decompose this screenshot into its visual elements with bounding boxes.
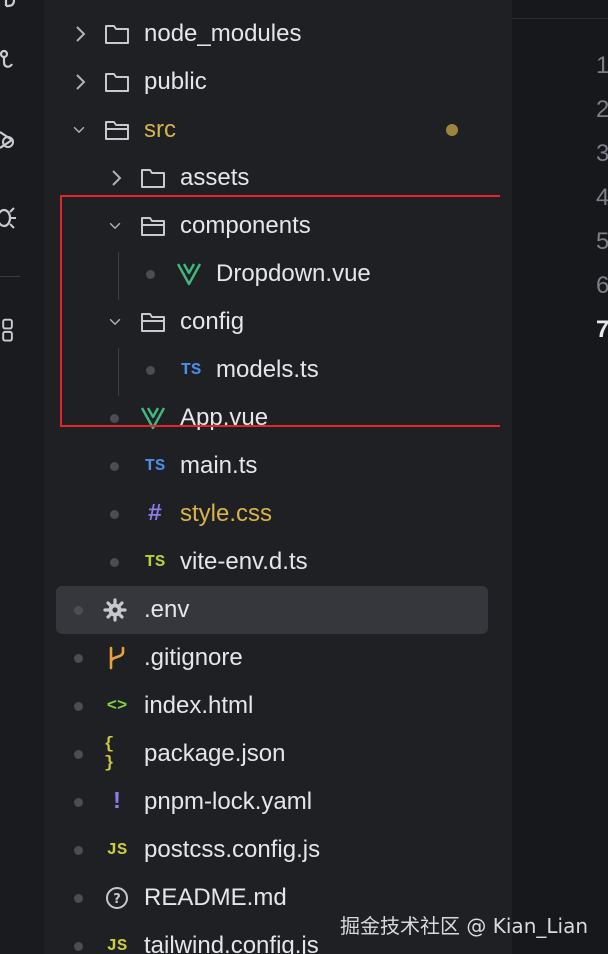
editor-tab-bar: [512, 0, 608, 19]
file-explorer: node_modules public src assets component…: [44, 0, 500, 954]
chevron-right-icon: [112, 170, 122, 186]
bug-icon[interactable]: [0, 204, 22, 230]
json-braces-icon: { }: [104, 735, 115, 773]
line-number: 3: [596, 140, 608, 167]
chevron-right-icon: [76, 26, 86, 42]
watermark: 掘金技术社区 @ Kian_Lian: [340, 914, 588, 938]
line-number: 1: [596, 52, 608, 79]
annotation-highlight-box: [60, 195, 506, 427]
tree-item-label: src: [144, 116, 176, 143]
tree-item-label: style.css: [180, 500, 273, 527]
line-number: 4: [596, 184, 608, 211]
panel-divider[interactable]: [500, 0, 512, 954]
folder-icon: [105, 73, 129, 92]
exclamation-icon: !: [109, 788, 125, 816]
tree-item-label: README.md: [144, 884, 287, 911]
tree-item-index-html[interactable]: <> index.html: [44, 682, 500, 730]
html-code-icon: <>: [106, 696, 128, 716]
tree-item-label: index.html: [144, 692, 254, 719]
line-number-active: 7: [596, 316, 608, 343]
tree-item-label: pnpm-lock.yaml: [144, 788, 313, 815]
file-bullet: [74, 750, 83, 759]
chevron-down-icon: [73, 126, 85, 134]
file-bullet: [110, 462, 119, 471]
git-branch-icon: [109, 646, 125, 670]
line-number: 6: [596, 272, 608, 299]
typescript-dts-icon: TS: [144, 552, 166, 572]
question-circle-icon: ?: [106, 887, 128, 909]
javascript-icon: JS: [106, 840, 128, 860]
tree-item-package-json[interactable]: { } package.json: [44, 730, 500, 778]
file-bullet: [74, 702, 83, 711]
tree-item-label: public: [144, 68, 207, 95]
file-bullet: [74, 942, 83, 951]
file-bullet: [74, 846, 83, 855]
source-control-icon[interactable]: [0, 0, 22, 26]
file-bullet: [74, 606, 83, 615]
folder-open-icon: [105, 121, 129, 140]
modified-indicator-dot: [446, 124, 458, 136]
tree-item-vite-env-d-ts[interactable]: TS vite-env.d.ts: [44, 538, 500, 586]
tree-item-label: assets: [180, 164, 250, 191]
question-mark-glyph: ?: [113, 892, 121, 907]
line-number: 2: [596, 96, 608, 123]
tree-item-main-ts[interactable]: TS main.ts: [44, 442, 500, 490]
line-number: 5: [596, 228, 608, 255]
activity-separator: [0, 276, 20, 277]
folder-icon: [105, 25, 129, 44]
tree-item-style-css[interactable]: # style.css: [44, 490, 500, 538]
tree-item-label: postcss.config.js: [144, 836, 321, 863]
editor-pane: 1 2 3 4 5 6 7: [512, 0, 608, 954]
tree-item-env[interactable]: .env: [44, 586, 500, 634]
chevron-right-icon: [76, 74, 86, 90]
file-bullet: [74, 798, 83, 807]
tree-item-label: package.json: [144, 740, 286, 767]
tree-item-label: main.ts: [180, 452, 258, 479]
editor-window: node_modules public src assets component…: [0, 0, 608, 954]
tree-item-label: vite-env.d.ts: [180, 548, 308, 575]
tree-item-label: .gitignore: [144, 644, 243, 671]
run-debug-icon[interactable]: [0, 128, 22, 154]
tree-item-public[interactable]: public: [44, 58, 500, 106]
tree-item-label: .env: [144, 596, 190, 623]
gear-icon: [103, 598, 127, 622]
extensions-icon[interactable]: [0, 318, 22, 344]
folder-icon: [141, 169, 165, 188]
activity-bar: [0, 0, 44, 954]
tree-item-postcss-config-js[interactable]: JS postcss.config.js: [44, 826, 500, 874]
tree-item-src[interactable]: src: [44, 106, 500, 154]
css-hash-icon: #: [147, 500, 163, 528]
tree-item-node-modules[interactable]: node_modules: [44, 10, 500, 58]
file-bullet: [110, 510, 119, 519]
tree-item-pnpm-lock-yaml[interactable]: ! pnpm-lock.yaml: [44, 778, 500, 826]
file-bullet: [74, 654, 83, 663]
source-control-icon[interactable]: [0, 48, 22, 74]
file-bullet: [110, 558, 119, 567]
typescript-icon: TS: [144, 456, 166, 476]
tree-item-gitignore[interactable]: .gitignore: [44, 634, 500, 682]
tree-item-label: node_modules: [144, 20, 302, 47]
javascript-icon: JS: [106, 936, 128, 954]
tree-item-label: tailwind.config.js: [144, 932, 319, 954]
file-bullet: [74, 894, 83, 903]
